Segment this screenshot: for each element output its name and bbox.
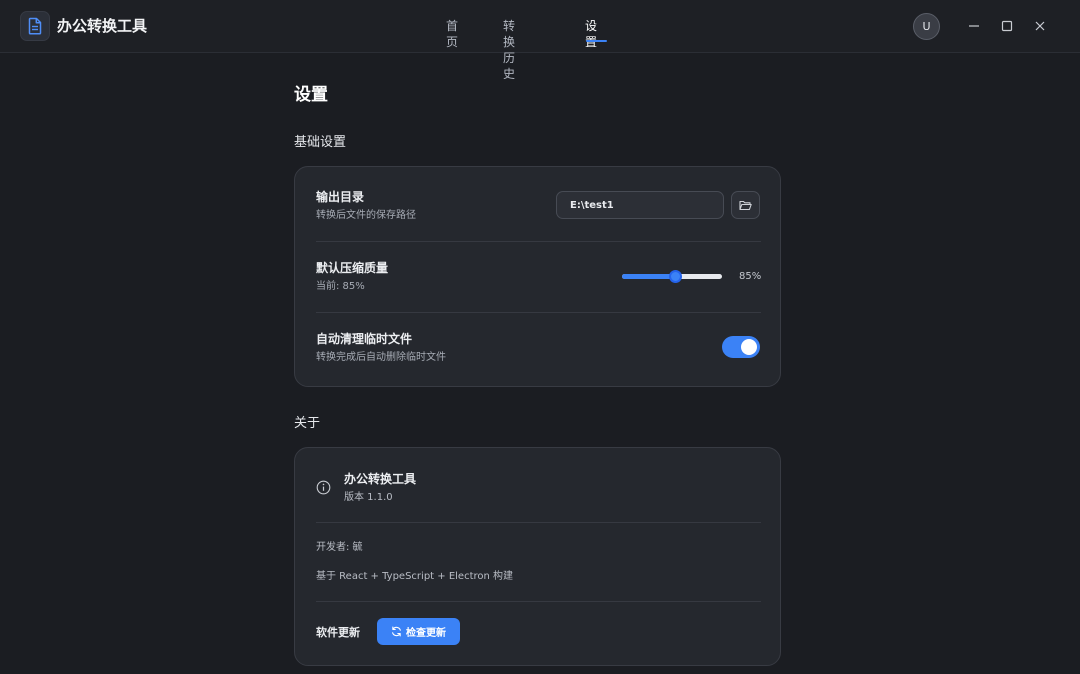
developer-text: 开发者: 毓: [316, 542, 363, 553]
output-dir-title: 输出目录: [316, 190, 365, 204]
nav-settings[interactable]: 设置: [585, 18, 597, 50]
close-icon: [1035, 21, 1045, 31]
app-logo: [20, 11, 50, 41]
auto-clean-toggle[interactable]: [722, 336, 760, 358]
software-update-label: 软件更新: [316, 626, 360, 639]
about-app-name: 办公转换工具: [344, 472, 417, 486]
quality-value: 85%: [739, 271, 762, 282]
check-update-button[interactable]: 检查更新: [377, 618, 460, 645]
info-icon: [316, 480, 331, 495]
quality-slider[interactable]: [622, 270, 722, 283]
about-card: 办公转换工具 版本 1.1.0 开发者: 毓 基于 React + TypeSc…: [294, 447, 781, 666]
refresh-icon: [392, 626, 401, 637]
auto-clean-title: 自动清理临时文件: [316, 332, 413, 346]
browse-folder-button[interactable]: [731, 191, 760, 219]
check-update-label: 检查更新: [406, 628, 446, 639]
page-title: 设置: [294, 85, 328, 105]
basic-settings-card: 输出目录 转换后文件的保存路径 默认压缩质量 当前: 85% 85% 自动清理临…: [294, 166, 781, 387]
auto-clean-subtitle: 转换完成后自动删除临时文件: [316, 352, 446, 363]
toggle-knob: [741, 339, 757, 355]
app-title: 办公转换工具: [57, 17, 148, 35]
quality-title: 默认压缩质量: [316, 261, 389, 275]
minimize-button[interactable]: [965, 17, 983, 35]
quality-slider-thumb[interactable]: [669, 270, 682, 283]
divider: [316, 241, 761, 242]
divider: [316, 601, 761, 602]
folder-open-icon: [739, 200, 752, 210]
minimize-icon: [969, 25, 979, 27]
quality-subtitle: 当前: 85%: [316, 281, 365, 292]
output-dir-input[interactable]: [556, 191, 724, 219]
output-dir-subtitle: 转换后文件的保存路径: [316, 210, 416, 221]
about-heading: 关于: [294, 416, 321, 431]
document-icon: [28, 17, 42, 35]
quality-slider-fill: [622, 274, 675, 279]
close-button[interactable]: [1031, 17, 1049, 35]
nav-active-indicator: [586, 40, 607, 42]
maximize-button[interactable]: [998, 17, 1016, 35]
divider: [316, 312, 761, 313]
nav-history[interactable]: 转换历史: [503, 18, 515, 82]
about-version: 版本 1.1.0: [344, 492, 393, 503]
nav-home[interactable]: 首页: [446, 18, 458, 50]
built-with-text: 基于 React + TypeScript + Electron 构建: [316, 571, 514, 582]
title-bar: 办公转换工具 首页 转换历史 设置 U: [0, 0, 1080, 81]
user-avatar[interactable]: U: [913, 13, 940, 40]
basic-settings-heading: 基础设置: [294, 135, 347, 150]
divider: [316, 522, 761, 523]
maximize-icon: [1001, 20, 1013, 32]
